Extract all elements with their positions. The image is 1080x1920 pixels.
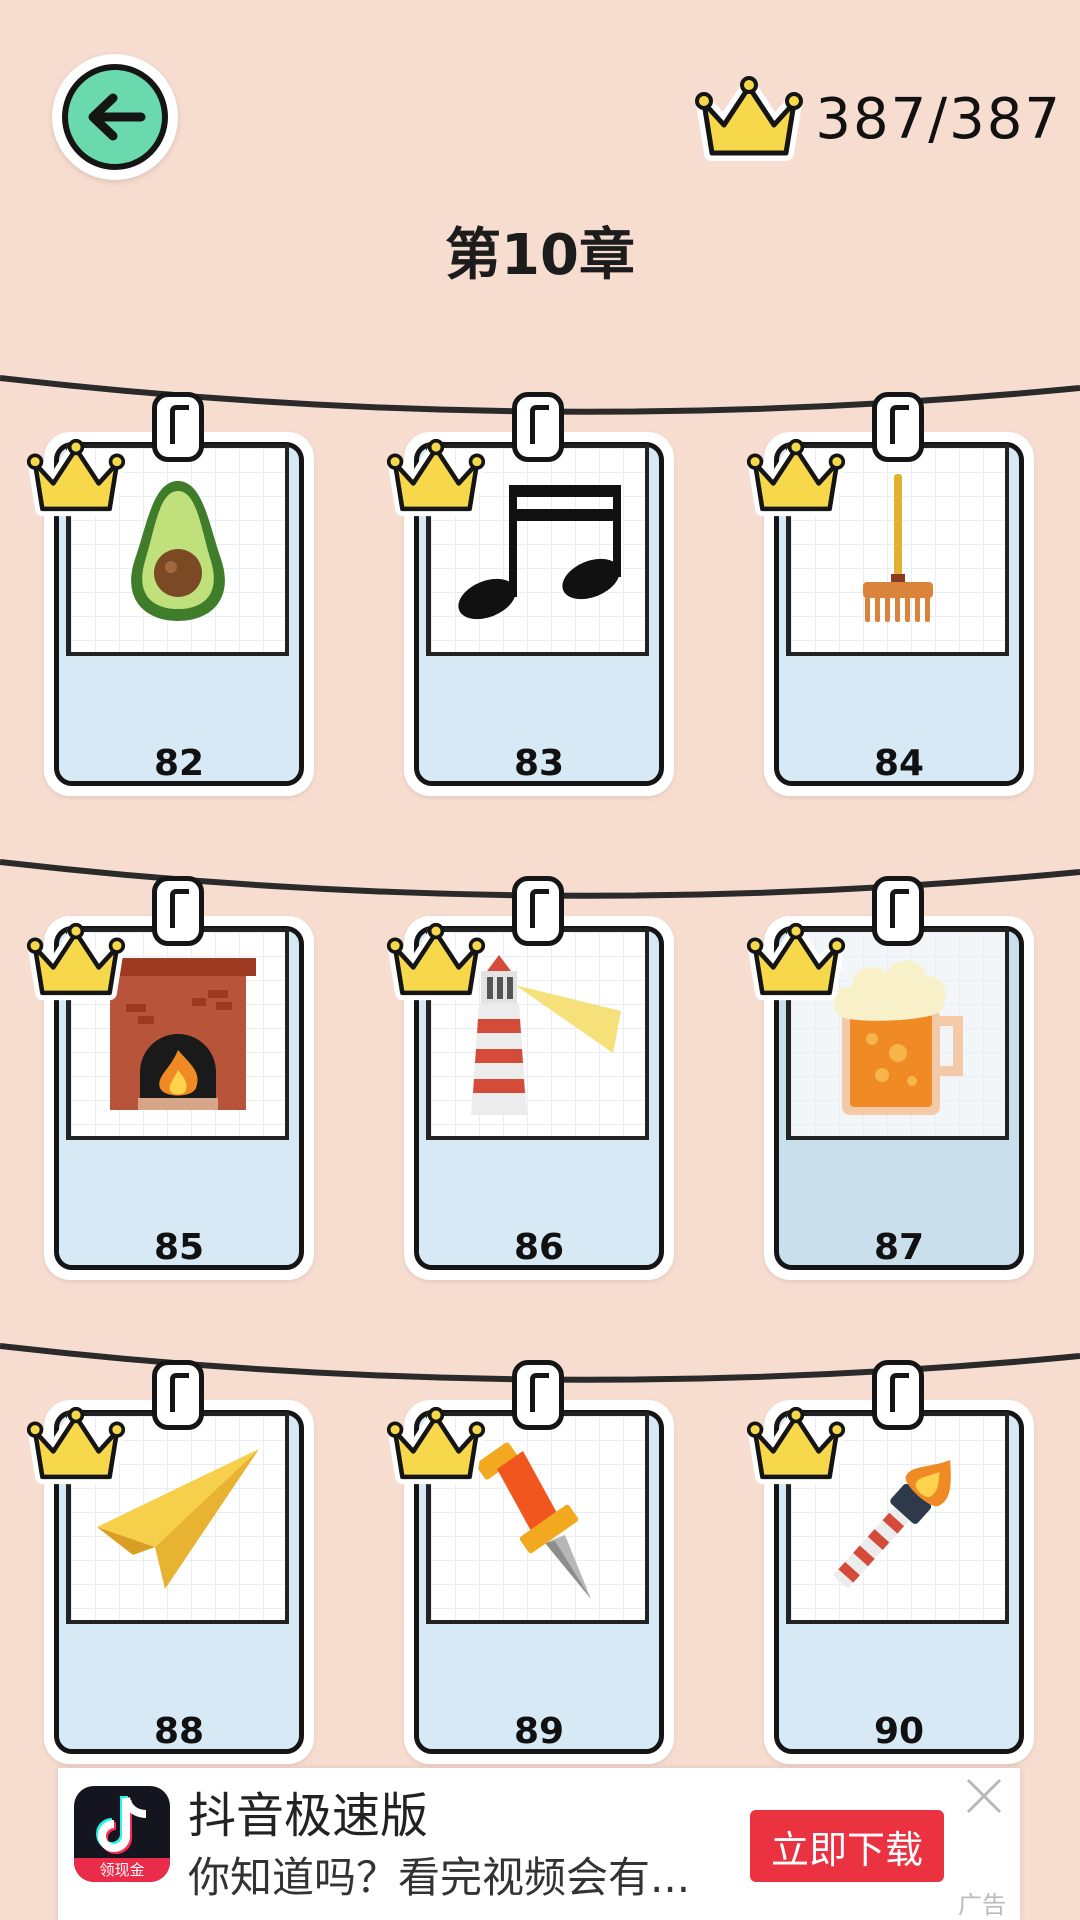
crown-icon [386, 438, 486, 517]
clip-icon [872, 1360, 924, 1430]
level-number: 84 [873, 743, 925, 784]
crown-icon [746, 1406, 846, 1485]
beer-mug-icon [833, 960, 963, 1115]
ad-description: 你知道吗？看完视频会有... [188, 1853, 691, 1902]
ad-banner[interactable]: 领现金 抖音极速版 你知道吗？看完视频会有... 立即下载 广告 [58, 1768, 1020, 1920]
crown-icon [26, 438, 126, 517]
pushpin-icon [476, 1442, 591, 1599]
back-button[interactable] [52, 54, 178, 180]
download-button[interactable]: 立即下载 [750, 1810, 944, 1882]
clip-icon [512, 1360, 564, 1430]
level-card-84[interactable]: 84 [746, 392, 1040, 804]
level-number: 82 [153, 743, 205, 784]
rake-icon [863, 474, 933, 622]
tiktok-icon [96, 1796, 147, 1854]
clip-icon [152, 392, 204, 462]
crown-icon [386, 922, 486, 1001]
level-card-90[interactable]: 90 [746, 1360, 1040, 1772]
score-text: 387/387 [815, 86, 1062, 152]
crown-icon [746, 922, 846, 1001]
level-card-87[interactable]: 87 [746, 876, 1040, 1288]
app-icon[interactable]: 领现金 [74, 1786, 170, 1882]
level-card-83[interactable]: 83 [386, 392, 680, 804]
level-number: 89 [513, 1711, 565, 1752]
chapter-title: 第10章 [445, 223, 635, 288]
clip-icon [152, 1360, 204, 1430]
level-card-86[interactable]: 86 [386, 876, 680, 1288]
crown-icon [746, 438, 846, 517]
app-badge: 领现金 [74, 1858, 170, 1882]
level-number: 87 [873, 1227, 925, 1268]
level-number: 85 [153, 1227, 205, 1268]
clip-icon [872, 876, 924, 946]
level-number: 88 [153, 1711, 205, 1752]
level-card-85[interactable]: 85 [26, 876, 320, 1288]
level-card-89[interactable]: 89 [386, 1360, 680, 1772]
level-card-88[interactable]: 88 [26, 1360, 320, 1772]
crown-score: 387/387 [693, 64, 1062, 174]
clip-icon [512, 392, 564, 462]
arrow-left-icon [88, 93, 146, 141]
ad-label: 广告 [958, 1891, 1006, 1919]
level-number: 83 [513, 743, 565, 784]
level-card-82[interactable]: 82 [26, 392, 320, 804]
level-number: 90 [873, 1711, 925, 1752]
close-icon[interactable] [962, 1774, 1006, 1818]
avocado-icon [131, 481, 225, 621]
crown-icon [26, 922, 126, 1001]
crown-icon [695, 76, 804, 161]
clip-icon [512, 876, 564, 946]
clip-icon [152, 876, 204, 946]
torch-icon [833, 1460, 951, 1589]
clip-icon [872, 392, 924, 462]
ad-title: 抖音极速版 [188, 1788, 429, 1844]
level-number: 86 [513, 1227, 565, 1268]
crown-icon [386, 1406, 486, 1485]
crown-icon [26, 1406, 126, 1485]
